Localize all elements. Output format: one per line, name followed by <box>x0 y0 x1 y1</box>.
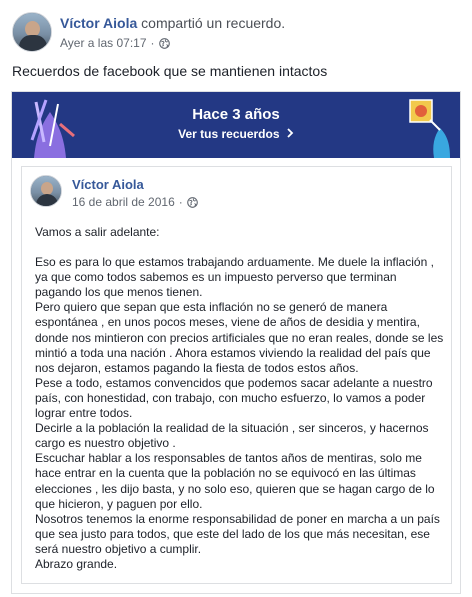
memory-banner[interactable]: Hace 3 años Ver tus recuerdos <box>12 92 460 158</box>
globe-icon[interactable] <box>186 196 198 208</box>
paragraph: Pese a todo, estamos convencidos que pod… <box>35 375 433 421</box>
author-name[interactable]: Víctor Aiola <box>60 15 137 31</box>
globe-icon[interactable] <box>158 37 170 49</box>
shared-post-date[interactable]: 16 de abril de 2016 <box>72 195 175 209</box>
meta-separator: · <box>178 195 183 209</box>
post-text: Recuerdos de facebook que se mantienen i… <box>12 63 328 79</box>
paragraph: Nosotros tenemos la enorme responsabilid… <box>35 511 440 556</box>
paragraph: Decirle a la población la realidad de la… <box>35 421 429 451</box>
author-action: compartió un recuerdo. <box>141 15 286 31</box>
meta-separator: · <box>150 36 155 50</box>
post-meta: Ayer a las 07:17 · <box>60 36 170 50</box>
photo-frame-illustration <box>409 99 450 158</box>
author-line: Víctor Aiola compartió un recuerdo. <box>60 15 285 31</box>
shared-post-meta: 16 de abril de 2016 · <box>72 195 198 209</box>
post-header: Víctor Aiola compartió un recuerdo. Ayer… <box>12 12 462 54</box>
shared-post-body: Vamos a salir adelante: Eso es para lo q… <box>35 225 445 572</box>
paragraph: Escuchar hablar a los responsables de ta… <box>35 451 435 511</box>
see-memories-link[interactable]: Ver tus recuerdos <box>12 127 460 141</box>
shared-author-avatar[interactable] <box>30 175 62 207</box>
post-timestamp[interactable]: Ayer a las 07:17 <box>60 36 147 50</box>
paragraph: Pero quiero que sepan que esta inflación… <box>35 300 444 375</box>
author-avatar[interactable] <box>12 12 52 52</box>
paragraph: Abrazo grande. <box>35 556 118 571</box>
shared-post[interactable]: Víctor Aiola 16 de abril de 2016 · Vamos… <box>21 166 452 584</box>
memory-title: Hace 3 años <box>192 106 280 123</box>
chevron-right-icon <box>287 128 294 138</box>
paragraph: Vamos a salir adelante: <box>35 225 160 239</box>
shared-author-name[interactable]: Víctor Aiola <box>72 177 144 192</box>
paragraph: Eso es para lo que estamos trabajando ar… <box>35 255 434 300</box>
see-memories-label: Ver tus recuerdos <box>178 127 280 141</box>
memory-card: Hace 3 años Ver tus recuerdos Víctor Aio… <box>11 91 461 594</box>
